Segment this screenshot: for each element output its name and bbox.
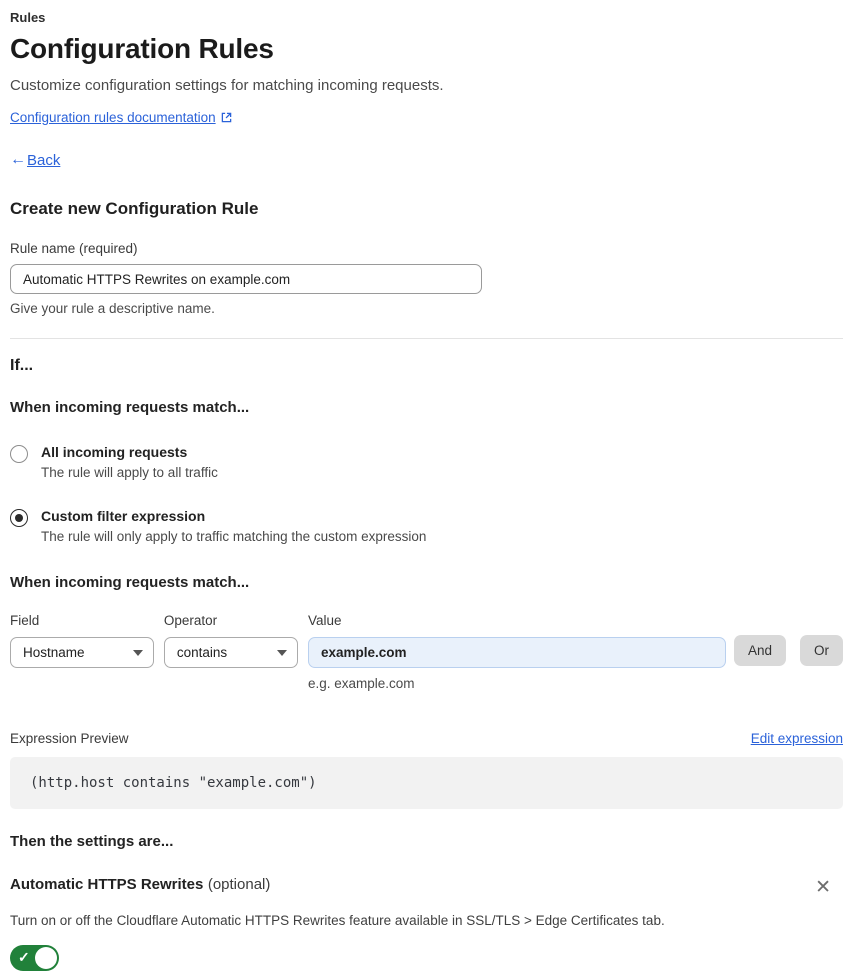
page-subtitle: Customize configuration settings for mat… [10,77,843,94]
automatic-https-rewrites-toggle[interactable]: ✓ [10,945,59,971]
breadcrumb-rules: Rules [10,10,843,25]
radio-icon[interactable] [10,509,28,527]
setting-title: Automatic HTTPS Rewrites (optional) [10,876,270,894]
operator-select-value: contains [177,645,227,660]
setting-optional-suffix: (optional) [208,876,271,893]
and-button[interactable]: And [734,635,786,666]
check-icon: ✓ [18,949,30,966]
documentation-link[interactable]: Configuration rules documentation [10,110,216,125]
rule-name-help: Give your rule a descriptive name. [10,301,843,316]
rule-name-label: Rule name (required) [10,241,843,256]
if-heading: If... [10,357,843,375]
toggle-knob [35,947,57,969]
external-link-icon [221,112,232,123]
or-button[interactable]: Or [800,635,843,666]
operator-select[interactable]: contains [164,637,298,668]
value-hint: e.g. example.com [308,676,726,691]
configuration-rules-page: Rules Configuration Rules Customize conf… [0,0,852,976]
create-rule-heading: Create new Configuration Rule [10,199,843,219]
setting-name: Automatic HTTPS Rewrites [10,876,203,893]
close-icon[interactable]: ✕ [811,876,835,899]
expression-builder: When incoming requests match... Field Ho… [10,574,843,691]
radio-description: The rule will only apply to traffic matc… [41,529,426,544]
field-label: Field [10,613,154,628]
rule-name-input[interactable] [10,264,482,294]
field-select[interactable]: Hostname [10,637,154,668]
radio-icon[interactable] [10,445,28,463]
expression-preview-box: (http.host contains "example.com") [10,757,843,809]
back-arrow-icon: ← [10,151,26,169]
radio-description: The rule will apply to all traffic [41,465,218,480]
value-input[interactable] [308,637,726,668]
edit-expression-link[interactable]: Edit expression [751,731,843,746]
chevron-down-icon [277,650,287,656]
section-divider [10,338,843,339]
radio-label: All incoming requests [41,444,218,460]
match-type-heading: When incoming requests match... [10,399,843,416]
builder-heading: When incoming requests match... [10,574,843,591]
field-select-value: Hostname [23,645,85,660]
chevron-down-icon [133,650,143,656]
back-row: ← Back [10,151,843,169]
expression-code: (http.host contains "example.com") [30,775,317,791]
radio-all-incoming-requests[interactable]: All incoming requests The rule will appl… [10,444,843,480]
radio-label: Custom filter expression [41,508,426,524]
then-heading: Then the settings are... [10,833,843,850]
radio-custom-filter-expression[interactable]: Custom filter expression The rule will o… [10,508,843,544]
value-label: Value [308,613,726,628]
expression-preview-label: Expression Preview [10,731,129,746]
setting-description: Turn on or off the Cloudflare Automatic … [10,913,843,928]
back-link[interactable]: Back [27,152,60,169]
operator-label: Operator [164,613,298,628]
page-title: Configuration Rules [10,33,843,65]
